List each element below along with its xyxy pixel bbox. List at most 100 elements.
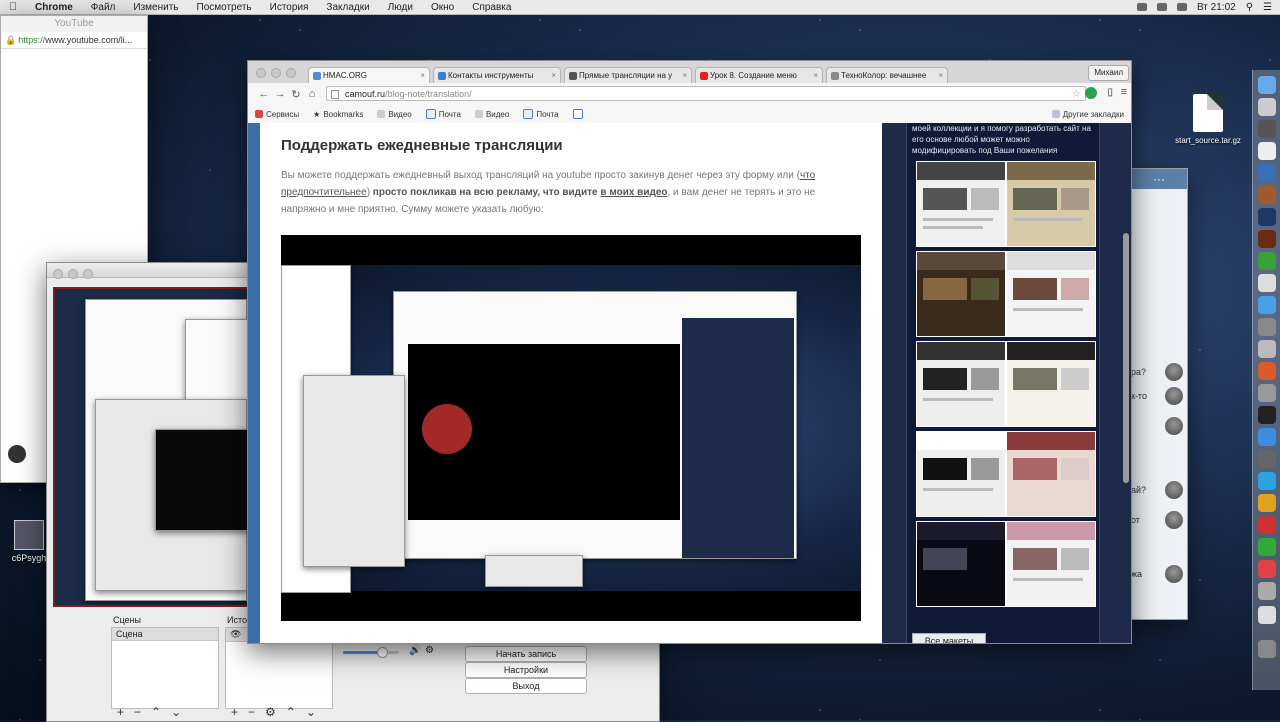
page-scrollbar[interactable]	[1123, 233, 1129, 483]
my-videos-link[interactable]: в моих видео	[600, 187, 667, 198]
app-icon[interactable]	[1258, 362, 1276, 380]
photoshop-icon[interactable]	[1258, 208, 1276, 226]
menu-people[interactable]: Люди	[379, 2, 422, 13]
app-icon[interactable]	[1258, 340, 1276, 358]
bookmark-mail[interactable]: Почта	[419, 109, 468, 119]
close-tab-icon[interactable]: ×	[551, 68, 556, 83]
chat-row[interactable]: ай?	[1131, 481, 1187, 501]
chrome-icon[interactable]	[1258, 494, 1276, 512]
template-thumbnail[interactable]	[1006, 521, 1096, 607]
bookmark-video-2[interactable]: Видео	[468, 110, 516, 119]
move-down-button[interactable]: ⌄	[171, 705, 181, 719]
skype-icon[interactable]	[1258, 472, 1276, 490]
move-up-button[interactable]: ⌃	[286, 705, 296, 719]
tab-contacts[interactable]: Контакты инструменты ×	[433, 67, 561, 83]
app-icon[interactable]	[1258, 384, 1276, 402]
zoom-icon[interactable]	[83, 269, 93, 279]
chat-row[interactable]: жа	[1131, 565, 1187, 585]
profile-button[interactable]: Михаил	[1088, 65, 1129, 81]
address-bar[interactable]: camouf.ru/blog-note/translation/ ☆	[326, 86, 1086, 101]
app-icon[interactable]	[1258, 120, 1276, 138]
trash-icon[interactable]	[1258, 640, 1276, 658]
app-icon[interactable]	[1258, 142, 1276, 160]
exit-button[interactable]: Выход	[465, 678, 587, 694]
move-up-button[interactable]: ⌃	[151, 705, 161, 719]
app-icon[interactable]	[1258, 252, 1276, 270]
menu-edit[interactable]: Изменить	[124, 2, 187, 13]
template-thumbnail[interactable]	[1006, 431, 1096, 517]
safari-icon[interactable]	[1258, 296, 1276, 314]
chat-row[interactable]: к-то	[1131, 387, 1187, 407]
remove-scene-button[interactable]: −	[134, 705, 141, 719]
bookmark-blank[interactable]	[566, 109, 590, 119]
template-thumbnail[interactable]	[916, 251, 1006, 337]
home-icon[interactable]: ⌂	[304, 88, 320, 100]
menu-file[interactable]: Файл	[82, 2, 125, 13]
bookmark-mail-2[interactable]: Почта	[516, 109, 565, 119]
tab-technocolor[interactable]: ТехноКолор: вечашнее ×	[826, 67, 948, 83]
app-icon[interactable]	[1258, 450, 1276, 468]
close-tab-icon[interactable]: ×	[682, 68, 687, 83]
close-tab-icon[interactable]: ×	[813, 68, 818, 83]
minimize-icon[interactable]	[271, 68, 281, 78]
illustrator-icon[interactable]	[1258, 230, 1276, 248]
phone-icon[interactable]: ▯	[1107, 87, 1113, 98]
add-source-button[interactable]: +	[231, 705, 238, 719]
menu-window[interactable]: Окно	[422, 2, 463, 13]
bookmark-bookmarks[interactable]: ★ Bookmarks	[306, 110, 370, 119]
close-icon[interactable]	[53, 269, 63, 279]
desktop-file[interactable]: start_source.tar.gz	[1168, 94, 1248, 145]
volume-slider[interactable]	[343, 647, 399, 658]
notifications-icon[interactable]: ☰	[1263, 2, 1272, 13]
tab-hmac[interactable]: HMAC.ORG ×	[308, 67, 430, 83]
app-icon[interactable]	[1258, 164, 1276, 182]
app-icon[interactable]	[1258, 318, 1276, 336]
close-tab-icon[interactable]: ×	[938, 68, 943, 83]
chat-row[interactable]: от	[1131, 511, 1187, 531]
bookmark-video[interactable]: Видео	[370, 110, 418, 119]
menu-bookmarks[interactable]: Закладки	[317, 2, 378, 13]
spotlight-icon[interactable]: ⚲	[1246, 2, 1253, 13]
volume-knob[interactable]	[377, 647, 389, 658]
wifi-icon[interactable]	[1136, 3, 1147, 11]
app-icon[interactable]	[1258, 186, 1276, 204]
minimize-icon[interactable]	[68, 269, 78, 279]
template-thumbnail[interactable]	[916, 521, 1006, 607]
add-scene-button[interactable]: +	[117, 705, 124, 719]
finder-icon[interactable]	[1258, 76, 1276, 94]
template-thumbnail[interactable]	[1006, 161, 1096, 247]
chat-row[interactable]	[1131, 417, 1187, 437]
zoom-icon[interactable]	[286, 68, 296, 78]
gear-icon[interactable]: ⚙	[265, 705, 276, 719]
template-thumbnail[interactable]	[916, 161, 1006, 247]
close-tab-icon[interactable]: ×	[420, 68, 425, 83]
all-templates-button[interactable]: Все макеты	[912, 633, 986, 643]
template-thumbnail[interactable]	[916, 341, 1006, 427]
remove-source-button[interactable]: −	[248, 705, 255, 719]
chat-row[interactable]: ра?	[1131, 363, 1187, 383]
tab-lesson-8[interactable]: Урок 8. Создание меню ×	[695, 67, 823, 83]
close-icon[interactable]	[256, 68, 266, 78]
back-icon[interactable]: ←	[256, 88, 272, 100]
bookmark-services[interactable]: Сервисы	[248, 110, 306, 119]
settings-button[interactable]: Настройки	[465, 662, 587, 678]
menu-chrome[interactable]: Chrome	[26, 2, 82, 13]
forward-icon[interactable]: →	[272, 88, 288, 100]
bookmark-star-icon[interactable]: ☆	[1072, 87, 1081, 102]
scenes-list[interactable]: Сцена	[111, 627, 219, 709]
app-icon[interactable]	[1258, 582, 1276, 600]
downloads-icon[interactable]	[1258, 606, 1276, 624]
menu-view[interactable]: Посмотреть	[188, 2, 261, 13]
move-down-button[interactable]: ⌄	[306, 705, 316, 719]
app-icon[interactable]	[1258, 560, 1276, 578]
apple-icon[interactable]: 	[0, 1, 26, 13]
scene-item[interactable]: Сцена	[112, 628, 218, 641]
menu-help[interactable]: Справка	[463, 2, 520, 13]
reload-icon[interactable]: ↻	[288, 88, 304, 101]
app-icon[interactable]	[1258, 516, 1276, 534]
channel-user[interactable]	[7, 444, 27, 464]
tab-live-streams[interactable]: Прямые трансляции на y ×	[564, 67, 692, 83]
menu-history[interactable]: История	[261, 2, 318, 13]
template-thumbnail[interactable]	[1006, 251, 1096, 337]
youtube-url-bar[interactable]: 🔒 https://www.youtube.com/li...	[1, 32, 147, 49]
